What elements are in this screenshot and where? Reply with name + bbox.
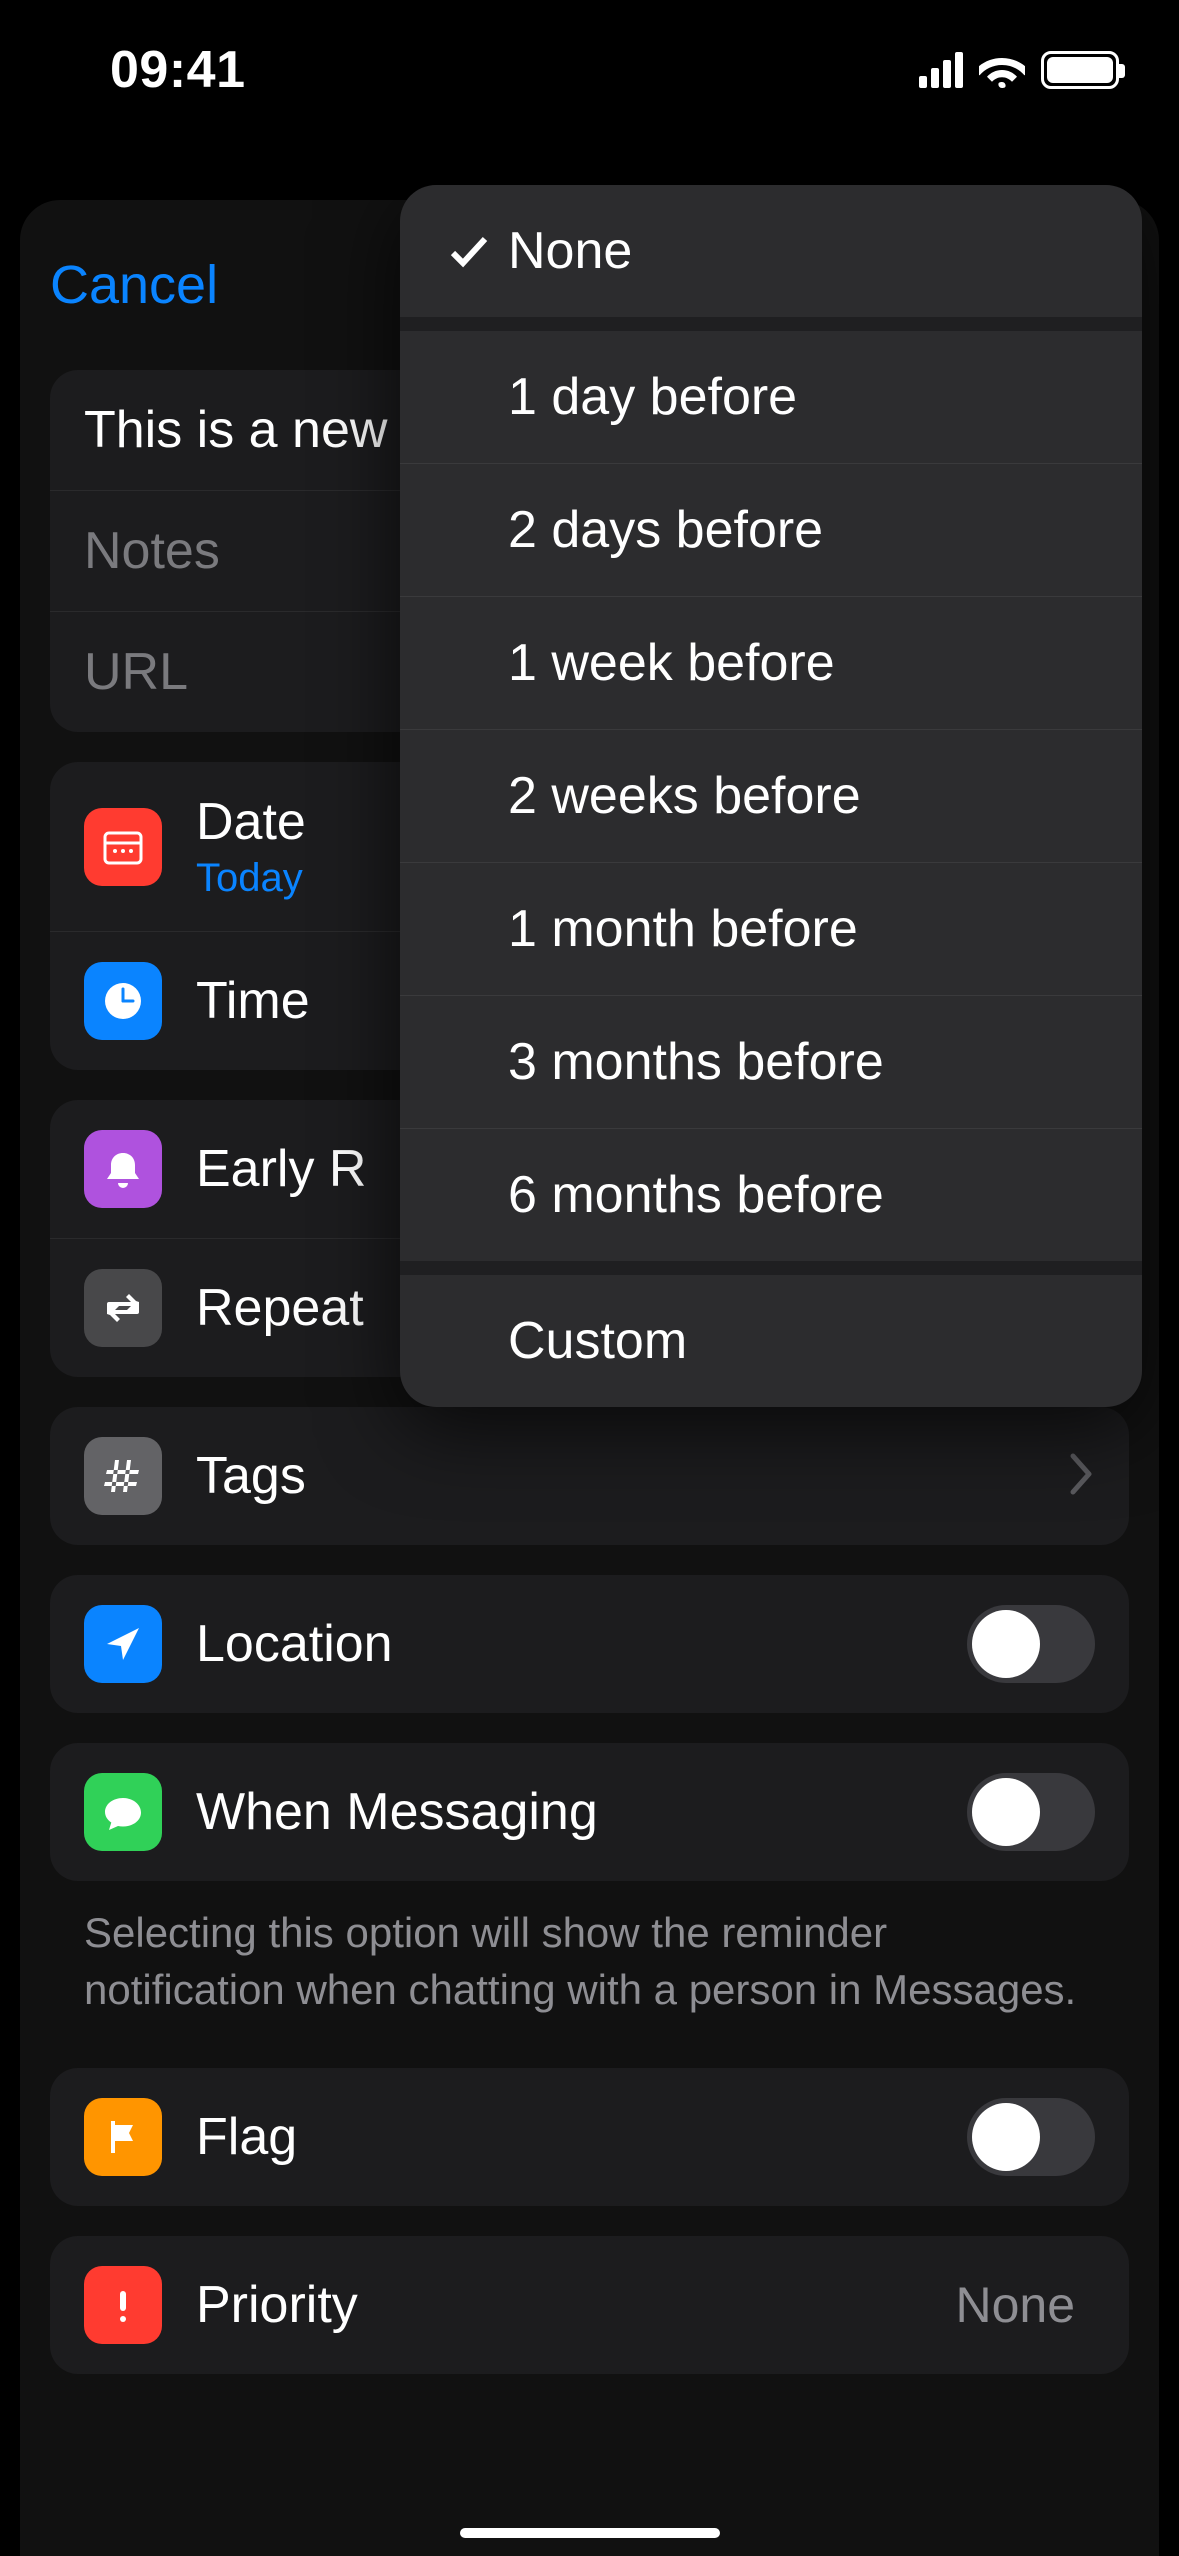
- location-row: Location: [50, 1575, 1129, 1713]
- menu-option-label: 1 day before: [508, 367, 797, 427]
- cancel-button[interactable]: Cancel: [50, 254, 218, 316]
- flag-row: Flag: [50, 2068, 1129, 2206]
- tags-group: Tags: [50, 1407, 1129, 1545]
- calendar-icon: [84, 808, 162, 886]
- menu-option-label: 1 week before: [508, 633, 835, 693]
- menu-option-1-month[interactable]: 1 month before: [400, 863, 1142, 995]
- priority-row[interactable]: Priority None: [50, 2236, 1129, 2374]
- priority-value: None: [955, 2276, 1075, 2334]
- status-time: 09:41: [110, 40, 246, 100]
- messages-icon: [84, 1773, 162, 1851]
- screen: 09:41 Cancel This is a new Notes URL: [0, 0, 1179, 2556]
- repeat-icon: [84, 1269, 162, 1347]
- clock-icon: [84, 962, 162, 1040]
- messaging-label: When Messaging: [196, 1782, 967, 1842]
- menu-option-label: 6 months before: [508, 1165, 884, 1225]
- menu-option-label: 3 months before: [508, 1032, 884, 1092]
- messaging-row: When Messaging: [50, 1743, 1129, 1881]
- hash-icon: [84, 1437, 162, 1515]
- flag-group: Flag: [50, 2068, 1129, 2206]
- menu-option-label: 2 days before: [508, 500, 823, 560]
- menu-option-none[interactable]: None: [400, 185, 1142, 317]
- priority-group: Priority None: [50, 2236, 1129, 2374]
- early-reminder-menu: None 1 day before 2 days before 1 week b…: [400, 185, 1142, 1407]
- tags-row[interactable]: Tags: [50, 1407, 1129, 1545]
- priority-label: Priority: [196, 2275, 955, 2335]
- cellular-signal-icon: [919, 52, 963, 88]
- menu-option-1-week[interactable]: 1 week before: [400, 597, 1142, 729]
- messaging-group: When Messaging: [50, 1743, 1129, 1881]
- menu-option-label: 1 month before: [508, 899, 858, 959]
- title-input[interactable]: This is a new: [84, 400, 387, 460]
- checkmark-icon: [440, 229, 498, 273]
- status-bar: 09:41: [0, 0, 1179, 140]
- messaging-toggle[interactable]: [967, 1773, 1095, 1851]
- date-value: Today: [196, 856, 306, 901]
- bell-icon: [84, 1130, 162, 1208]
- notes-input[interactable]: Notes: [84, 521, 220, 581]
- home-indicator[interactable]: [460, 2528, 720, 2538]
- location-arrow-icon: [84, 1605, 162, 1683]
- menu-option-label: 2 weeks before: [508, 766, 861, 826]
- menu-option-2-weeks[interactable]: 2 weeks before: [400, 730, 1142, 862]
- location-label: Location: [196, 1614, 967, 1674]
- wifi-icon: [979, 52, 1025, 88]
- location-toggle[interactable]: [967, 1605, 1095, 1683]
- date-label: Date: [196, 792, 306, 852]
- flag-icon: [84, 2098, 162, 2176]
- menu-option-1-day[interactable]: 1 day before: [400, 331, 1142, 463]
- url-input[interactable]: URL: [84, 642, 188, 702]
- tags-label: Tags: [196, 1446, 1067, 1506]
- menu-option-custom[interactable]: Custom: [400, 1275, 1142, 1407]
- flag-label: Flag: [196, 2107, 967, 2167]
- chevron-right-icon: [1067, 1452, 1095, 1501]
- menu-option-2-days[interactable]: 2 days before: [400, 464, 1142, 596]
- exclamation-icon: [84, 2266, 162, 2344]
- menu-option-label: Custom: [508, 1311, 687, 1371]
- location-group: Location: [50, 1575, 1129, 1713]
- messaging-footer-text: Selecting this option will show the remi…: [50, 1881, 1129, 2018]
- flag-toggle[interactable]: [967, 2098, 1095, 2176]
- status-indicators: [919, 51, 1119, 89]
- battery-icon: [1041, 51, 1119, 89]
- menu-option-label: None: [508, 221, 632, 281]
- menu-option-6-months[interactable]: 6 months before: [400, 1129, 1142, 1261]
- menu-option-3-months[interactable]: 3 months before: [400, 996, 1142, 1128]
